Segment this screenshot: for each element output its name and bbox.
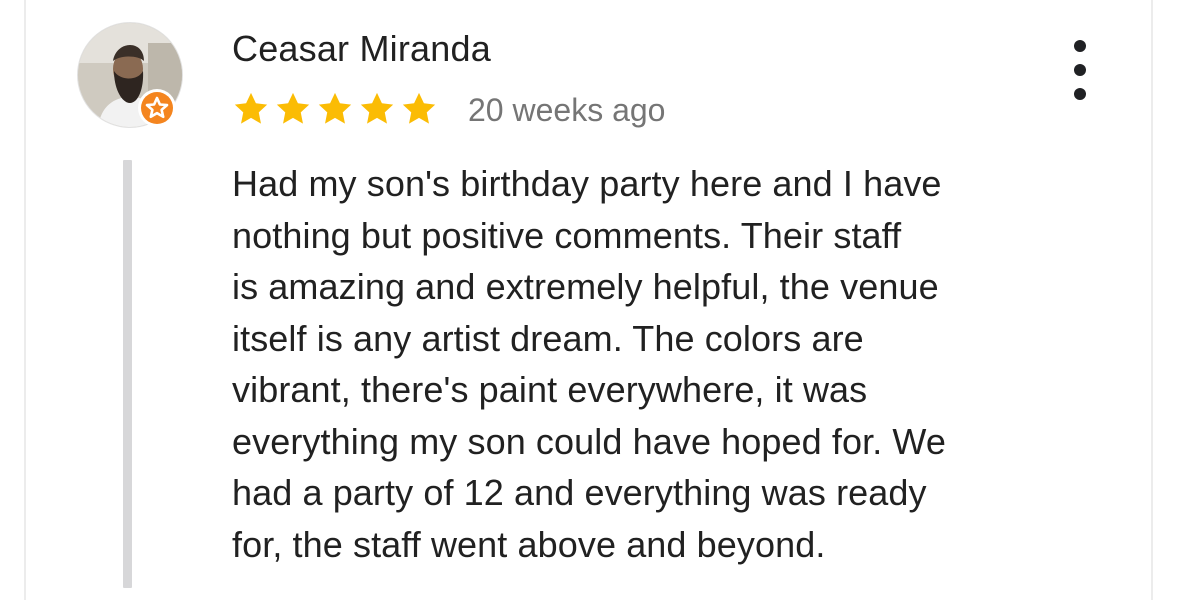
star-icon xyxy=(402,92,436,124)
card-right-border xyxy=(1151,0,1153,600)
review-time: 20 weeks ago xyxy=(468,92,666,128)
star-icon xyxy=(318,92,352,124)
review-text-line: is amazing and extremely helpful, the ve… xyxy=(232,266,939,307)
review-text-line: nothing but positive comments. Their sta… xyxy=(232,214,902,256)
author-name[interactable]: Ceasar Miranda xyxy=(232,28,491,70)
menu-dot xyxy=(1074,88,1086,100)
more-vert-icon[interactable] xyxy=(1064,40,1096,100)
menu-dot xyxy=(1074,40,1086,52)
menu-dot xyxy=(1074,64,1086,76)
card-left-border xyxy=(24,0,26,600)
review-text-line: itself is any artist dream. The colors a… xyxy=(232,317,864,359)
review-text-line: for, the staff went above and beyond. xyxy=(232,523,826,565)
review-text: Had my son's birthday party here and I h… xyxy=(232,158,1112,570)
review-card: Ceasar Miranda 20 weeks ago Had my son's… xyxy=(0,0,1179,600)
review-text-line: had a party of 12 and everything was rea… xyxy=(232,472,927,513)
star-icon xyxy=(276,92,310,124)
star-rating xyxy=(232,90,438,130)
review-text-line: Had my son's birthday party here and I h… xyxy=(232,163,942,204)
star-icon xyxy=(234,92,268,124)
local-guide-badge-icon xyxy=(138,89,176,127)
review-text-line: everything my son could have hoped for. … xyxy=(232,420,946,462)
review-text-line: vibrant, there's paint everywhere, it wa… xyxy=(232,369,868,410)
quote-bar xyxy=(123,160,132,588)
star-icon xyxy=(360,92,394,124)
